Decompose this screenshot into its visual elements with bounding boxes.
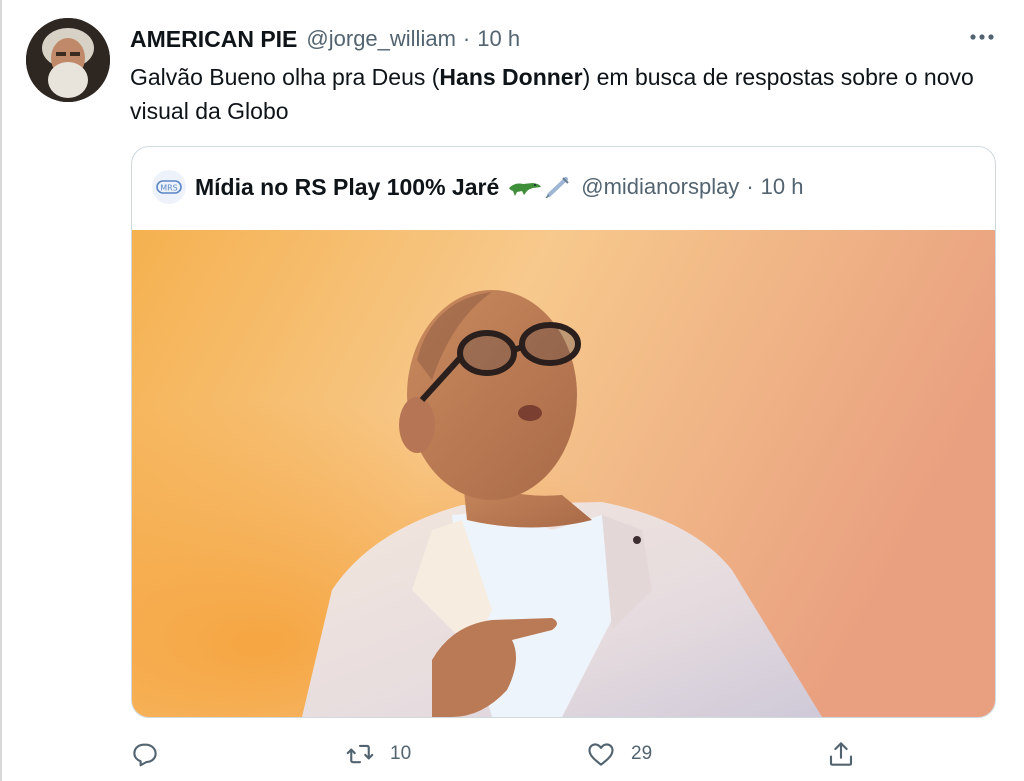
- heart-icon: [588, 743, 614, 766]
- tweet-text: Galvão Bueno olha pra Deus (Hans Donner)…: [130, 60, 1010, 128]
- quoted-display-name[interactable]: Mídia no RS Play 100% Jaré: [195, 174, 499, 201]
- quoted-media-photo[interactable]: [132, 230, 995, 717]
- quoted-tweet-header: MRS Mídia no RS Play 100% Jaré @midianor…: [152, 167, 803, 207]
- like-button[interactable]: 29: [585, 730, 652, 778]
- quoted-name-emojis: [507, 176, 569, 198]
- quoted-separator-dot: ·: [746, 174, 754, 199]
- like-count: 29: [631, 743, 653, 764]
- reply-icon: [133, 743, 157, 767]
- svg-text:MRS: MRS: [160, 184, 178, 193]
- retweet-icon: [346, 744, 374, 764]
- tweet-header: AMERICAN PIE @jorge_william · 10 h: [130, 22, 520, 56]
- syringe-icon: [545, 177, 569, 198]
- share-button[interactable]: [826, 730, 856, 778]
- avatar[interactable]: [26, 18, 110, 102]
- display-name[interactable]: AMERICAN PIE: [130, 26, 297, 53]
- tweet-time[interactable]: 10 h: [477, 26, 520, 52]
- reply-button[interactable]: [130, 730, 160, 778]
- retweet-button[interactable]: 10: [344, 730, 411, 778]
- user-handle[interactable]: @jorge_william: [306, 26, 456, 52]
- more-icon: [970, 34, 994, 40]
- more-options-button[interactable]: [962, 20, 1002, 54]
- quoted-avatar[interactable]: MRS: [152, 170, 186, 204]
- retweet-count: 10: [390, 743, 412, 764]
- alligator-icon: [509, 183, 542, 196]
- tweet-text-bold: Hans Donner: [439, 64, 583, 90]
- separator-dot: ·: [462, 26, 471, 51]
- left-border: [0, 0, 2, 781]
- quoted-user-handle[interactable]: @midianorsplay: [581, 174, 739, 200]
- share-icon: [829, 742, 853, 766]
- quoted-tweet[interactable]: MRS Mídia no RS Play 100% Jaré @midianor…: [131, 146, 996, 718]
- tweet-text-before: Galvão Bueno olha pra Deus (: [130, 64, 440, 90]
- quoted-tweet-time[interactable]: 10 h: [761, 174, 804, 200]
- action-bar: 10 29: [0, 730, 1024, 780]
